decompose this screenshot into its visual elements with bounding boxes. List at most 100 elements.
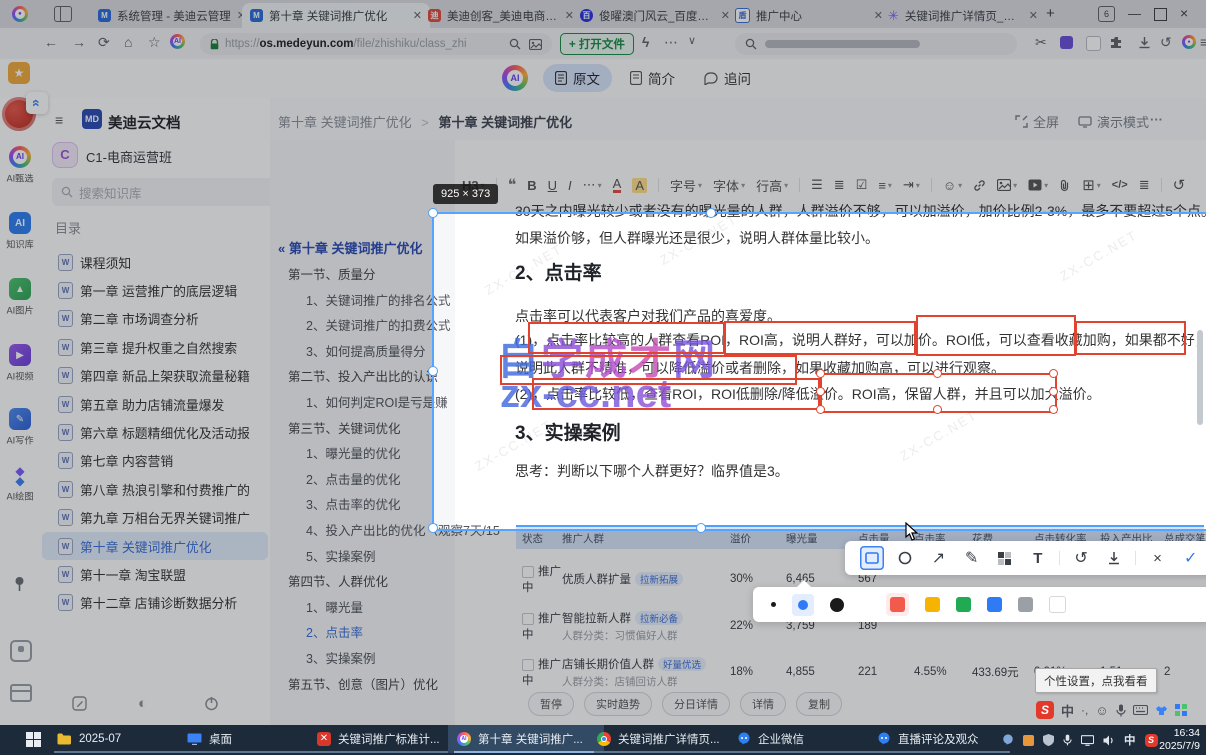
annotation-rect[interactable]	[532, 378, 820, 410]
insert-video-icon[interactable]: ▾	[1028, 179, 1048, 191]
app-settings-icon[interactable]	[10, 640, 32, 662]
outline-item[interactable]: 3、点击率的优化	[278, 493, 578, 519]
outline-item[interactable]: 4、投入产出比的优化（观察7天/15	[278, 519, 578, 545]
download-capture-icon[interactable]	[1102, 546, 1126, 570]
theme-toggle-icon[interactable]: ◐	[138, 695, 147, 712]
color-gray[interactable]	[1018, 597, 1033, 612]
hamburger-icon[interactable]: ≡	[55, 112, 63, 128]
selection-handle[interactable]	[428, 208, 438, 218]
dir-item[interactable]: W 第十二章 店铺诊断数据分析	[42, 589, 268, 617]
tray-wecom-icon[interactable]	[1002, 734, 1014, 746]
bookmarks-icon[interactable]: ☆	[148, 34, 161, 51]
dir-item[interactable]: W 第九章 万相台无界关键词推广	[42, 504, 268, 532]
star-bookmark-icon[interactable]: ★	[8, 62, 30, 84]
tab-chapter10[interactable]: M 第十章 关键词推广优化 ✕	[242, 3, 430, 28]
dir-item[interactable]: W 第八章 热浪引擎和付费推广的	[42, 475, 268, 503]
outline-item[interactable]: 第五节、创意（图片）优化	[278, 673, 578, 699]
ime-mic-icon[interactable]	[1116, 704, 1126, 717]
divider-lines-icon[interactable]: ≣	[1139, 177, 1150, 193]
outline-item[interactable]: 1、关键词推广的排名公式	[278, 289, 578, 315]
stroke-medium-dot-selected[interactable]	[792, 593, 814, 616]
text-tool-icon[interactable]: T	[1026, 546, 1050, 570]
dir-item[interactable]: W 第三章 提升权重之自然搜索	[42, 333, 268, 361]
link-icon[interactable]	[973, 179, 986, 192]
ime-toolbox-icon[interactable]	[1174, 704, 1187, 716]
taskbar-clock[interactable]: 16:34 2025/7/9	[1159, 727, 1200, 753]
tab-close-icon[interactable]: ✕	[1029, 9, 1038, 22]
rail-item-ai-select[interactable]: AI AI甄选	[0, 146, 40, 185]
sogou-logo-icon[interactable]: S	[1036, 701, 1054, 719]
annotation-rect[interactable]	[916, 315, 1076, 356]
image-search-icon[interactable]	[529, 38, 542, 50]
history-icon[interactable]: ↺	[1160, 34, 1172, 51]
outline-item[interactable]: 1、曝光量	[278, 596, 578, 622]
arrow-tool-icon[interactable]: ↗	[926, 546, 950, 570]
indent-icon[interactable]: ⇥ ▾	[903, 177, 920, 193]
outline-title[interactable]: « 第十章 关键词推广优化	[278, 238, 578, 257]
tab-system-admin[interactable]: M 系统管理 - 美迪云管理 ✕	[90, 3, 254, 28]
tray-ime-lang[interactable]: 中	[1124, 732, 1136, 748]
checklist-icon[interactable]: ☑	[856, 177, 868, 193]
outline-item[interactable]: 3、实操案例	[278, 647, 578, 673]
scissors-icon[interactable]: ✂	[1035, 34, 1047, 51]
content-scrollbar[interactable]	[1197, 330, 1203, 425]
close-window-button[interactable]: ×	[1180, 5, 1188, 21]
italic-icon[interactable]: I	[568, 178, 572, 193]
undo-icon[interactable]: ↺	[1173, 176, 1186, 194]
minimize-button[interactable]: —	[1128, 6, 1141, 21]
power-icon[interactable]	[204, 696, 219, 711]
highlight-color-icon[interactable]: A	[632, 177, 648, 193]
tab-summary[interactable]: 简介	[618, 64, 687, 92]
search-input[interactable]: 搜索知识库	[52, 178, 276, 206]
task-chrome[interactable]: 关键词推广详情页...	[588, 725, 744, 753]
more-tools-icon[interactable]: ⋯	[664, 34, 678, 51]
more-actions-button[interactable]: ···	[1150, 112, 1163, 127]
insert-image-icon[interactable]: ▾	[997, 179, 1017, 191]
widget-icon[interactable]	[10, 684, 32, 702]
ai-extension-icon[interactable]: AI	[170, 34, 185, 49]
dir-item[interactable]: W 第一章 运营推广的底层逻辑	[42, 276, 268, 304]
lightning-icon[interactable]: ϟ	[642, 34, 649, 50]
tray-orange-icon[interactable]	[1023, 734, 1034, 746]
selection-handle[interactable]	[696, 523, 706, 533]
cancel-capture-icon[interactable]: ×	[1146, 546, 1170, 570]
maximize-button[interactable]	[1154, 8, 1167, 21]
collapse-chevrons-icon[interactable]: «	[26, 92, 48, 114]
square-extension-icon[interactable]	[1086, 36, 1101, 51]
resize-handle[interactable]	[1049, 369, 1058, 378]
resize-handle[interactable]	[1049, 387, 1058, 396]
tray-shield-icon[interactable]	[1043, 734, 1054, 746]
tab-count-box[interactable]: 6	[1098, 6, 1115, 22]
tray-speaker-icon[interactable]	[1103, 735, 1115, 746]
strikethrough-more-icon[interactable]: ⋯ ▾	[583, 177, 602, 193]
annotation-rect[interactable]	[528, 322, 725, 354]
quick-search-box[interactable]	[735, 33, 1017, 55]
rail-item-ai-image[interactable]: ▲ AI图片	[0, 278, 40, 317]
color-blue[interactable]	[987, 597, 1002, 612]
dir-item[interactable]: W 第五章 助力店铺流量爆发	[42, 390, 268, 418]
bold-icon[interactable]: B	[527, 178, 536, 193]
tab-meidi-maker[interactable]: 迪 美迪创客_美迪电商_美 ✕	[420, 3, 582, 28]
workspace-name[interactable]: C1-电商运营班	[86, 147, 172, 166]
quote-icon[interactable]: ❝	[508, 175, 517, 195]
align-icon[interactable]: ≡ ▾	[878, 178, 892, 193]
tab-original[interactable]: 原文	[543, 64, 612, 92]
tab-ask[interactable]: 追问	[692, 64, 763, 92]
rail-item-ai-drawing[interactable]: ◆ ◆ AI绘图	[0, 465, 40, 503]
task-live-comments[interactable]: 直播评论及观众	[868, 725, 1016, 753]
emoji-icon[interactable]: ☺ ▾	[943, 178, 962, 193]
resize-handle[interactable]	[816, 369, 825, 378]
zoom-icon[interactable]	[509, 38, 521, 50]
task-folder[interactable]: 2025-07	[48, 725, 194, 753]
outline-item-active[interactable]: 2、点击率	[278, 621, 578, 647]
selection-handle[interactable]	[428, 366, 438, 376]
stroke-large-dot[interactable]	[830, 597, 844, 612]
dir-item[interactable]: W 第七章 内容营销	[42, 447, 268, 475]
rail-item-knowledge[interactable]: AI 知识库	[0, 212, 40, 251]
grid-extension-icon[interactable]	[1060, 36, 1073, 49]
workspace-avatar[interactable]: C	[52, 142, 78, 168]
color-red-selected[interactable]	[886, 593, 909, 616]
tab-baidu-search[interactable]: 百 俊曜澳门风云_百度搜索 ✕	[572, 3, 738, 28]
pin-icon[interactable]	[12, 576, 27, 592]
dir-item[interactable]: W 第十一章 淘宝联盟	[42, 560, 268, 588]
